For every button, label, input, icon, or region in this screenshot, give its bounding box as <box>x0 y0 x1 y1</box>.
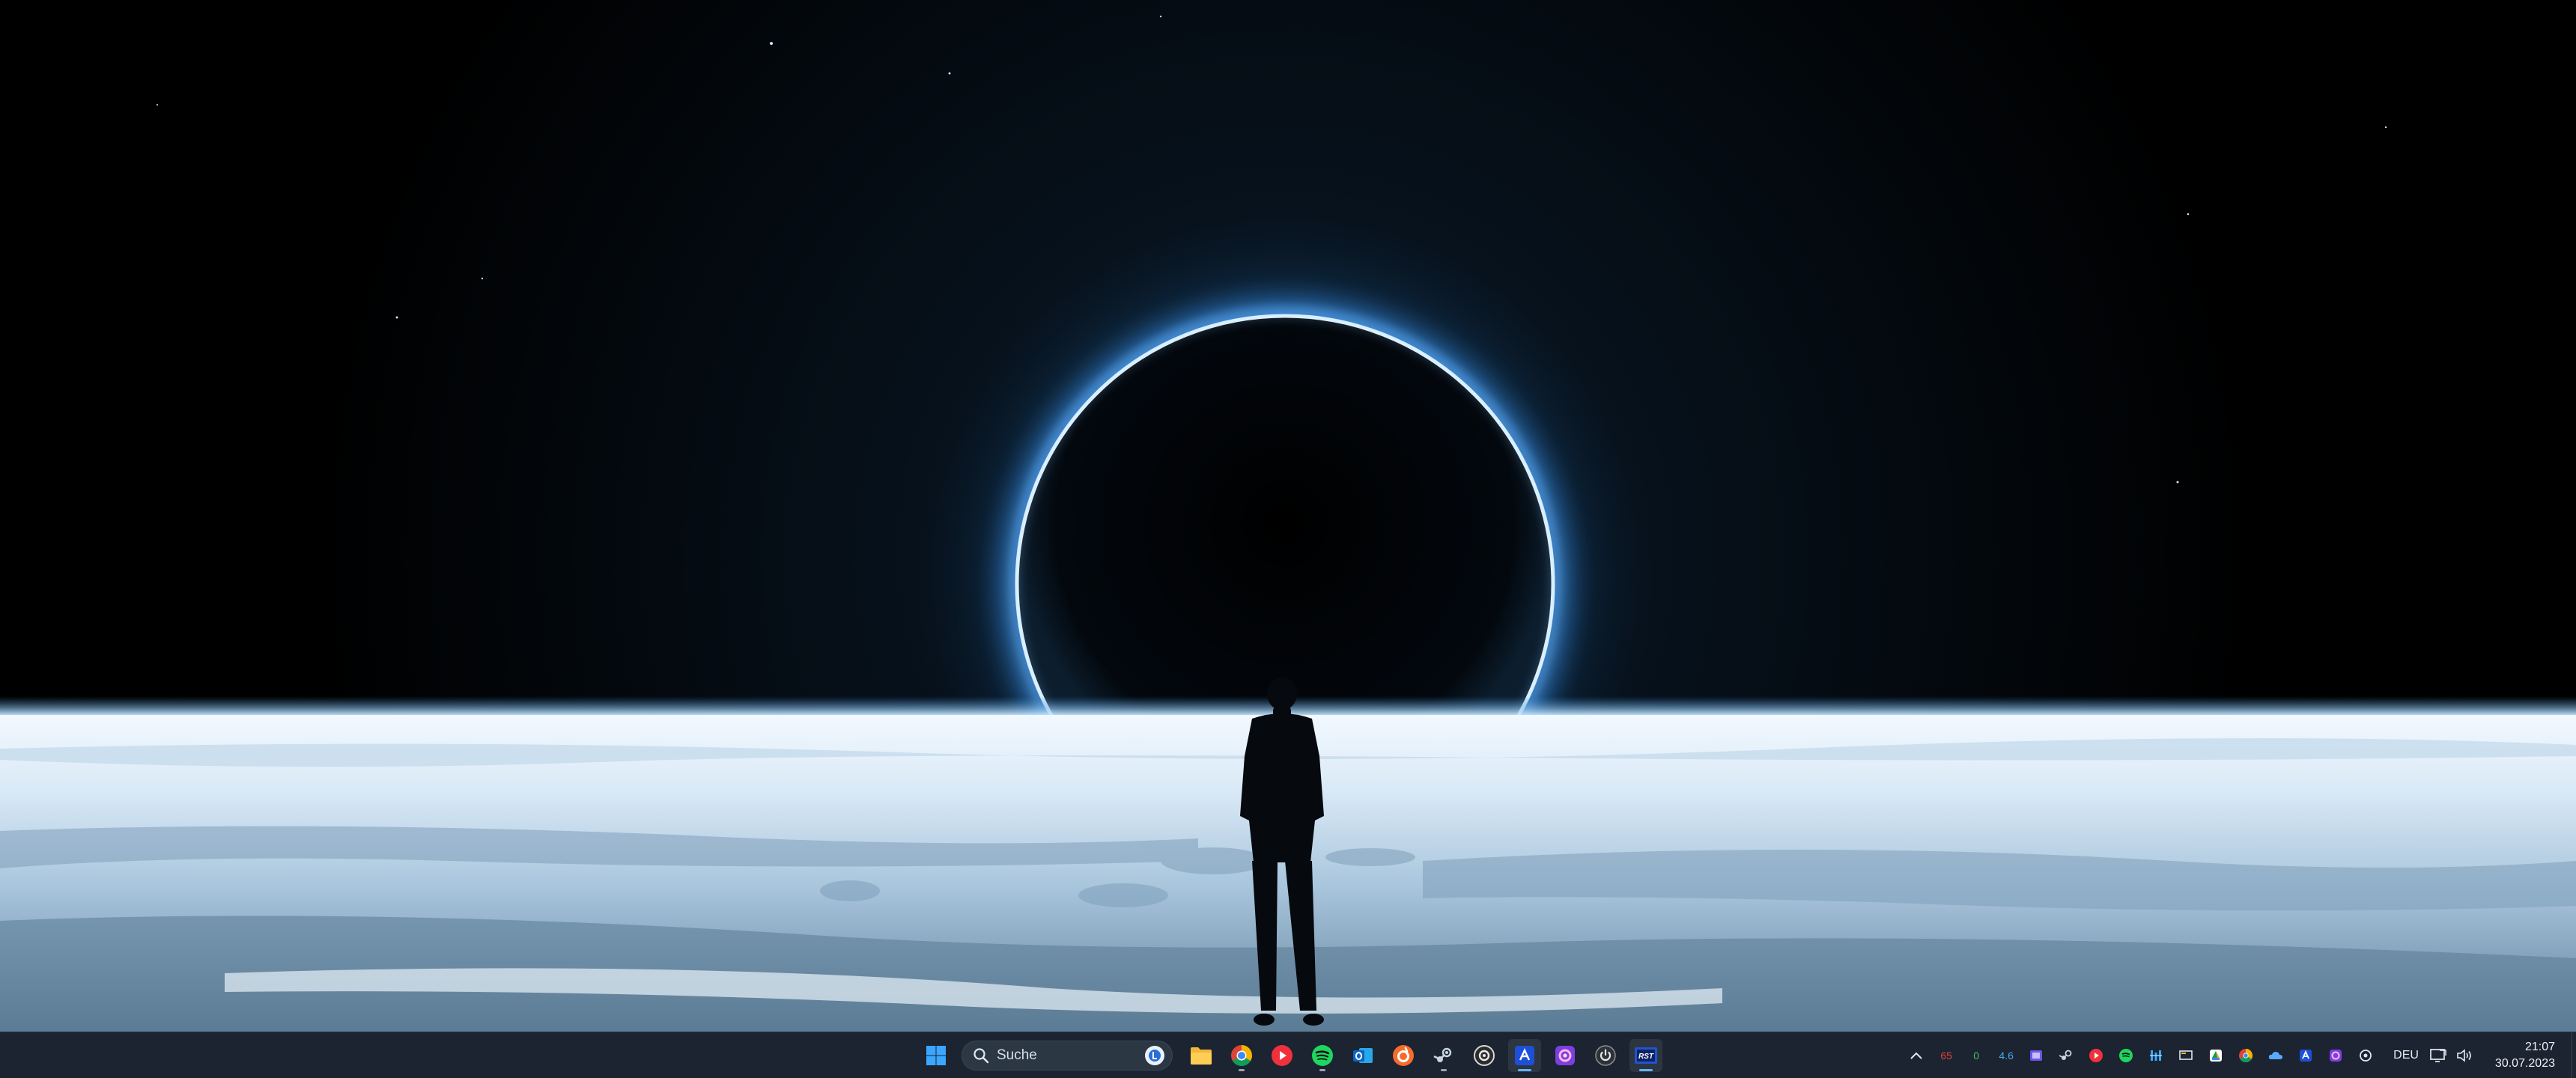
search-placeholder: Suche <box>997 1047 1037 1063</box>
search-highlight-icon <box>1145 1046 1164 1065</box>
power-icon <box>1595 1045 1616 1066</box>
app-blue-button[interactable] <box>1508 1039 1541 1072</box>
origin-button[interactable] <box>1387 1039 1420 1072</box>
running-indicator <box>1319 1069 1325 1071</box>
cpu-temp-value: 65 <box>1940 1050 1952 1062</box>
desktop-wallpaper <box>0 0 2576 1032</box>
tray-app-purple-2-icon[interactable] <box>2324 1044 2347 1067</box>
tray-steam-icon[interactable] <box>2055 1044 2077 1067</box>
search-icon <box>973 1048 989 1064</box>
tray-spotify-icon[interactable] <box>2115 1044 2137 1067</box>
tray-icons: 65 0 4.6 <box>1905 1044 2377 1067</box>
svg-text:RST: RST <box>1638 1053 1654 1061</box>
outlook-button[interactable] <box>1346 1039 1379 1072</box>
windows-icon <box>926 1046 946 1065</box>
taskbar-apps: Suche RST <box>920 1032 1662 1078</box>
tray-youtube-music-icon[interactable] <box>2085 1044 2107 1067</box>
cpu-temp-readout[interactable]: 65 <box>1935 1044 1957 1067</box>
start-button[interactable] <box>920 1039 953 1072</box>
tray-google-drive-icon[interactable] <box>2205 1044 2227 1067</box>
tray-display-icon[interactable] <box>2175 1044 2197 1067</box>
app-blue-icon <box>1515 1046 1534 1065</box>
steam-button[interactable] <box>1427 1039 1460 1072</box>
chevron-up-icon[interactable] <box>1905 1044 1928 1067</box>
chrome-icon <box>1231 1045 1252 1066</box>
gpu-load-readout[interactable]: 0 <box>1965 1044 1987 1067</box>
steam-icon <box>1433 1047 1452 1062</box>
tray-app-purple-icon[interactable] <box>2025 1044 2047 1067</box>
play-icon <box>1272 1045 1292 1066</box>
app-purple-button[interactable] <box>1549 1039 1582 1072</box>
chrome-button[interactable] <box>1225 1039 1258 1072</box>
file-explorer-button[interactable] <box>1185 1039 1218 1072</box>
taskbar: Suche RST 65 0 4.6 DEU 21:07 30.07.2023 <box>0 1032 2576 1078</box>
clock[interactable]: 21:07 30.07.2023 <box>2495 1039 2555 1072</box>
rtss-icon: RST <box>1635 1047 1657 1064</box>
gpu-load-value: 0 <box>1973 1050 1980 1062</box>
ram-readout[interactable]: 4.6 <box>1995 1044 2017 1067</box>
running-indicator <box>1239 1069 1245 1071</box>
folder-icon <box>1191 1047 1212 1065</box>
tray-settings-icon[interactable] <box>2354 1044 2377 1067</box>
running-indicator <box>1639 1069 1653 1071</box>
tray-app-blue-icon[interactable] <box>2294 1044 2317 1067</box>
tray-cloud-icon[interactable] <box>2264 1044 2287 1067</box>
volume-icon <box>2457 1049 2471 1062</box>
outlook-icon <box>1353 1048 1373 1063</box>
running-indicator <box>1518 1069 1531 1071</box>
system-tray: 65 0 4.6 DEU 21:07 30.07.2023 <box>1905 1032 2576 1078</box>
power-app-button[interactable] <box>1589 1039 1622 1072</box>
rtss-button[interactable]: RST <box>1629 1039 1662 1072</box>
tray-network-monitor-icon[interactable] <box>2145 1044 2167 1067</box>
clock-date: 30.07.2023 <box>2494 1057 2555 1070</box>
clock-time: 21:07 <box>2524 1041 2555 1053</box>
show-desktop-button[interactable] <box>2572 1032 2576 1078</box>
gog-icon <box>1474 1045 1495 1066</box>
origin-icon <box>1393 1045 1414 1066</box>
app-purple-icon <box>1555 1046 1575 1065</box>
youtube-music-button[interactable] <box>1266 1039 1298 1072</box>
search-box[interactable]: Suche <box>962 1041 1173 1071</box>
gog-button[interactable] <box>1468 1039 1501 1072</box>
running-indicator <box>1441 1069 1447 1071</box>
tray-chrome-icon[interactable] <box>2235 1044 2257 1067</box>
spotify-icon <box>1312 1045 1333 1066</box>
wallpaper-image <box>0 0 2576 1032</box>
spotify-button[interactable] <box>1306 1039 1339 1072</box>
ram-value: 4.6 <box>1999 1050 2014 1062</box>
quick-settings[interactable] <box>2429 1047 2474 1064</box>
language-indicator[interactable]: DEU <box>2393 1049 2419 1062</box>
network-icon <box>2430 1049 2446 1062</box>
